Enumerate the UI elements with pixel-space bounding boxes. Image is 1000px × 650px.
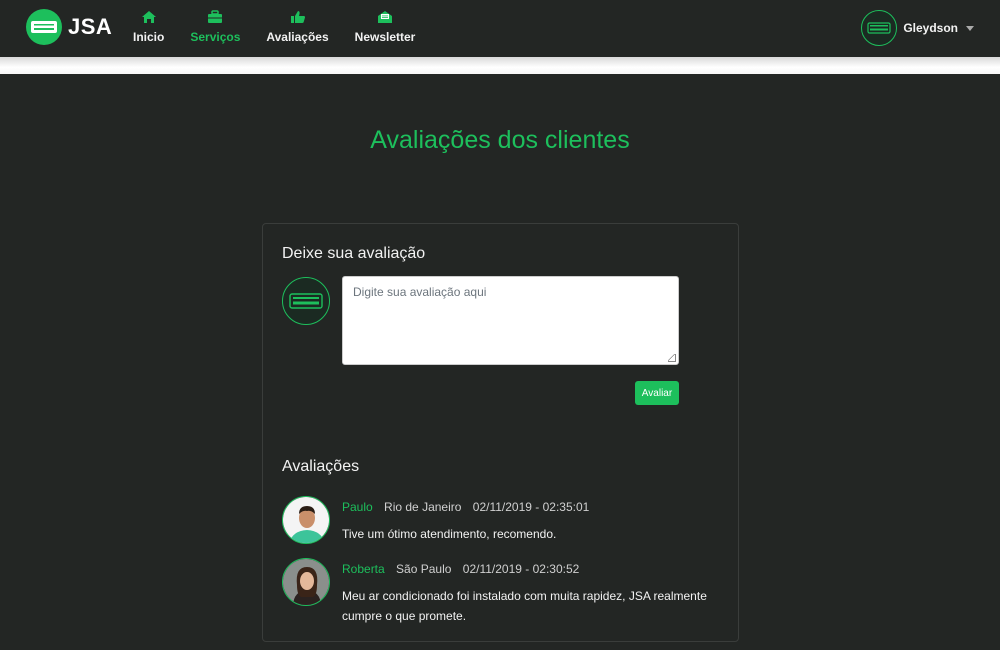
chevron-down-icon — [966, 25, 974, 31]
navbar: JSA Inicio Serviços Avaliações Newslette… — [0, 0, 1000, 57]
main-nav: Inicio Serviços Avaliações Newsletter — [120, 9, 428, 44]
brand-name: JSA — [68, 14, 113, 39]
nav-item-label: Serviços — [190, 30, 241, 44]
form-heading: Deixe sua avaliação — [282, 245, 426, 262]
reviewer-name: Paulo — [342, 500, 373, 514]
review-date: 02/11/2019 - 02:30:52 — [462, 562, 580, 576]
reviewer-city: São Paulo — [396, 562, 452, 576]
home-icon — [141, 9, 157, 25]
review-text: Tive um ótimo atendimento, recomendo. — [342, 527, 557, 541]
textarea-resize-handle[interactable] — [668, 354, 676, 362]
navbar-divider-strip — [0, 57, 1000, 74]
nav-item-label: Avaliações — [266, 30, 329, 44]
user-menu-toggle[interactable]: Gleydson — [861, 10, 974, 46]
nav-item-inicio[interactable]: Inicio — [120, 9, 177, 44]
current-user-avatar — [282, 277, 330, 325]
nav-item-label: Newsletter — [354, 30, 416, 44]
review-meta: Paulo Rio de Janeiro 02/11/2019 - 02:35:… — [342, 500, 589, 514]
thumbs-up-icon — [290, 9, 306, 25]
nav-item-label: Inicio — [133, 30, 165, 44]
air-conditioner-icon — [867, 22, 891, 34]
review-textarea[interactable] — [342, 276, 679, 365]
review-meta: Roberta São Paulo 02/11/2019 - 02:30:52 — [342, 562, 579, 576]
review-date: 02/11/2019 - 02:35:01 — [472, 500, 590, 514]
reviewer-city: Rio de Janeiro — [384, 500, 462, 514]
reviews-heading: Avaliações — [282, 458, 360, 475]
nav-item-newsletter[interactable]: Newsletter — [342, 9, 429, 44]
submit-review-button[interactable]: Avaliar — [635, 381, 679, 405]
user-avatar — [861, 10, 898, 46]
user-name: Gleydson — [903, 21, 958, 35]
air-conditioner-logo-icon — [26, 9, 62, 45]
review-text: Meu ar condicionado foi instalado com mu… — [342, 589, 707, 623]
reviewer-name: Roberta — [342, 562, 385, 576]
envelope-open-icon — [377, 9, 393, 25]
brand-logo-link[interactable]: JSA — [26, 9, 112, 45]
page-title: Avaliações dos clientes — [370, 126, 630, 154]
air-conditioner-icon — [289, 293, 323, 309]
toolbox-icon — [207, 9, 223, 25]
reviews-card: Deixe sua avaliação Avaliar Avaliações P… — [262, 223, 739, 642]
nav-item-servicos[interactable]: Serviços — [177, 9, 253, 44]
reviewer-avatar — [282, 558, 330, 606]
reviewer-avatar — [282, 496, 330, 544]
nav-item-avaliacoes[interactable]: Avaliações — [253, 9, 341, 44]
